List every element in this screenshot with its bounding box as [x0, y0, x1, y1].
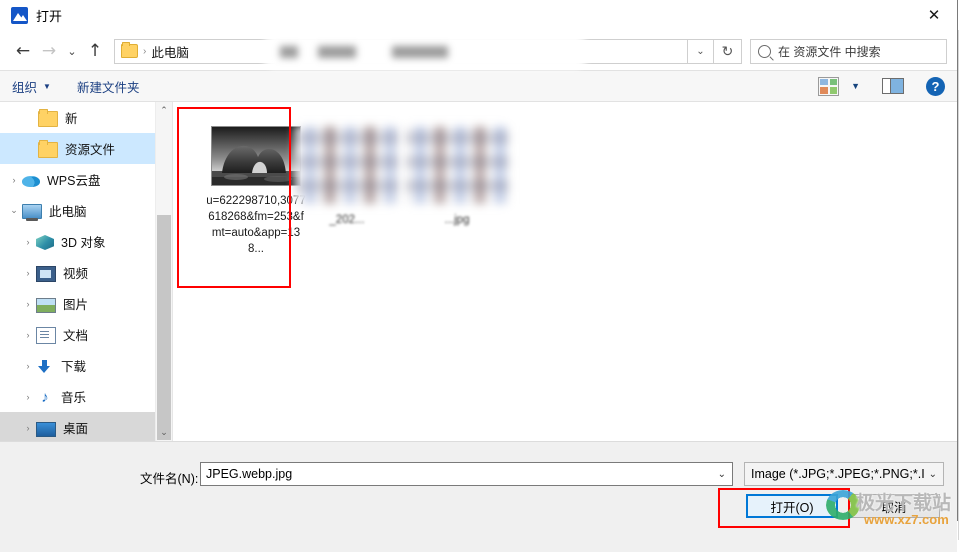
chevron-right-icon[interactable]: ›	[20, 392, 36, 402]
dialog-title: 打开	[36, 9, 63, 24]
chevron-right-icon[interactable]: ›	[20, 237, 36, 247]
sidebar-item-videos[interactable]: › 视频	[0, 257, 172, 288]
breadcrumb-separator: ›	[143, 45, 147, 57]
chevron-right-icon[interactable]: ›	[20, 423, 36, 433]
file-type-filter-dropdown[interactable]: Image (*.JPG;*.JPEG;*.PNG;*.I ⌄	[744, 462, 944, 486]
sidebar-item-resource-files[interactable]: 资源文件	[0, 133, 172, 164]
search-icon	[758, 44, 771, 58]
forward-button[interactable]: →	[36, 38, 62, 64]
search-input[interactable]: 在 资源文件 中搜索	[750, 38, 947, 64]
3d-objects-icon	[36, 235, 54, 250]
selection-highlight-annotation	[177, 107, 291, 288]
up-button[interactable]: ↑	[82, 38, 108, 64]
censored-thumbnail	[295, 126, 399, 204]
sidebar-item-label: 桌面	[63, 422, 89, 436]
pictures-icon	[36, 297, 56, 313]
navigation-bar: ← → ⌄ ↑ › 此电脑 ⌄ ↻ 在 资源文件 中搜索	[0, 32, 957, 70]
address-bar[interactable]: › 此电脑 ⌄ ↻	[114, 34, 742, 69]
sidebar-item-desktop[interactable]: › 桌面	[0, 412, 172, 441]
sidebar-item-label: 新	[65, 112, 78, 126]
documents-icon	[36, 326, 56, 344]
file-name-label-text: 文件名(N):	[140, 472, 199, 486]
desktop-icon	[36, 421, 56, 437]
file-type-filter-value: Image (*.JPG;*.JPEG;*.PNG;*.I	[751, 467, 925, 481]
organize-label: 组织	[12, 80, 38, 95]
censored-thumbnail	[405, 126, 509, 204]
file-item[interactable]: ...jpg	[403, 124, 511, 228]
chevron-down-icon: ⌄	[928, 468, 937, 480]
file-name-label: ...jpg	[444, 214, 470, 226]
chevron-down-icon: ▼	[43, 81, 51, 91]
folder-icon	[38, 108, 58, 127]
cloud-icon	[22, 176, 40, 187]
refresh-button[interactable]: ↻	[714, 38, 742, 64]
sidebar-item-label: WPS云盘	[47, 174, 101, 188]
sidebar-item-wps-cloud[interactable]: › WPS云盘	[0, 164, 172, 195]
open-file-dialog: 打开 ✕ ← → ⌄ ↑ › 此电脑 ⌄ ↻ 在 资源文件 中搜索 组织 ▼ 新…	[0, 0, 958, 552]
help-icon[interactable]: ?	[926, 76, 945, 96]
chevron-right-icon[interactable]: ›	[20, 268, 36, 278]
sidebar-item-new[interactable]: 新	[0, 102, 172, 133]
sidebar-item-label: 文档	[63, 329, 89, 343]
view-layout-icon[interactable]	[818, 76, 840, 96]
sidebar-item-label: 此电脑	[49, 205, 87, 219]
chevron-right-icon[interactable]: ›	[20, 361, 36, 371]
address-dropdown-button[interactable]: ⌄	[688, 38, 714, 64]
file-item[interactable]: _202...	[293, 124, 401, 228]
organize-button[interactable]: 组织 ▼	[12, 77, 51, 96]
chevron-right-icon[interactable]: ›	[20, 330, 36, 340]
sidebar-scrollbar[interactable]: ⌃ ⌄	[155, 102, 172, 441]
music-icon: ♪	[41, 388, 49, 406]
cancel-button[interactable]: 取消	[848, 494, 940, 518]
scroll-down-icon[interactable]: ⌄	[156, 424, 172, 441]
chevron-right-icon[interactable]: ›	[6, 175, 22, 185]
sidebar-item-this-pc[interactable]: ⌄ 此电脑	[0, 195, 172, 226]
sidebar-item-label: 视频	[63, 267, 89, 281]
chevron-down-icon[interactable]: ⌄	[718, 469, 726, 480]
breadcrumb-item-this-pc[interactable]: 此电脑	[151, 42, 189, 61]
background-divider	[958, 30, 959, 540]
command-bar: 组织 ▼ 新建文件夹 ▼ ?	[0, 70, 957, 102]
close-icon[interactable]: ✕	[911, 0, 957, 30]
file-list[interactable]: u=622298710,3077618268&fm=253&fmt=auto&a…	[172, 102, 957, 441]
folder-icon	[121, 42, 138, 58]
dialog-body: 新 资源文件 › WPS云盘 ⌄ 此电脑 › 3D 对象 › 视频 › 图片 ›…	[0, 102, 957, 441]
view-options-chevron-down-icon[interactable]: ▼	[851, 81, 860, 91]
command-bar-right: ▼ ?	[818, 76, 945, 96]
sidebar-item-downloads[interactable]: › 下载	[0, 350, 172, 381]
dialog-title-bar: 打开 ✕	[0, 0, 957, 32]
file-name-input[interactable]: JPEG.webp.jpg ⌄	[200, 462, 733, 486]
file-name-value: JPEG.webp.jpg	[206, 467, 293, 481]
sidebar-item-pictures[interactable]: › 图片	[0, 288, 172, 319]
downloads-icon	[36, 359, 54, 374]
image-file-icon	[11, 7, 28, 24]
scroll-up-icon[interactable]: ⌃	[156, 102, 172, 119]
sidebar-item-label: 3D 对象	[61, 236, 106, 250]
sidebar-item-label: 音乐	[61, 391, 87, 405]
sidebar-item-documents[interactable]: › 文档	[0, 319, 172, 350]
sidebar-item-label: 下载	[61, 360, 87, 374]
back-button[interactable]: ←	[10, 38, 36, 64]
preview-pane-icon[interactable]	[882, 78, 904, 94]
sidebar-item-label: 资源文件	[65, 143, 116, 157]
search-placeholder: 在 资源文件 中搜索	[778, 44, 881, 59]
recent-locations-button[interactable]: ⌄	[62, 38, 82, 64]
redaction-blur	[260, 34, 590, 69]
file-name-label: _202...	[329, 214, 365, 226]
videos-icon	[36, 265, 56, 282]
chevron-right-icon[interactable]: ›	[20, 299, 36, 309]
sidebar-item-music[interactable]: › ♪ 音乐	[0, 381, 172, 412]
new-folder-button[interactable]: 新建文件夹	[77, 77, 140, 96]
open-button-highlight-annotation	[718, 488, 850, 528]
folder-icon	[38, 139, 58, 158]
sidebar-item-3d-objects[interactable]: › 3D 对象	[0, 226, 172, 257]
sidebar-item-label: 图片	[63, 298, 89, 312]
this-pc-icon	[22, 204, 42, 221]
navigation-pane: 新 资源文件 › WPS云盘 ⌄ 此电脑 › 3D 对象 › 视频 › 图片 ›…	[0, 102, 172, 441]
chevron-down-icon[interactable]: ⌄	[6, 205, 22, 216]
scrollbar-thumb[interactable]	[157, 215, 171, 440]
